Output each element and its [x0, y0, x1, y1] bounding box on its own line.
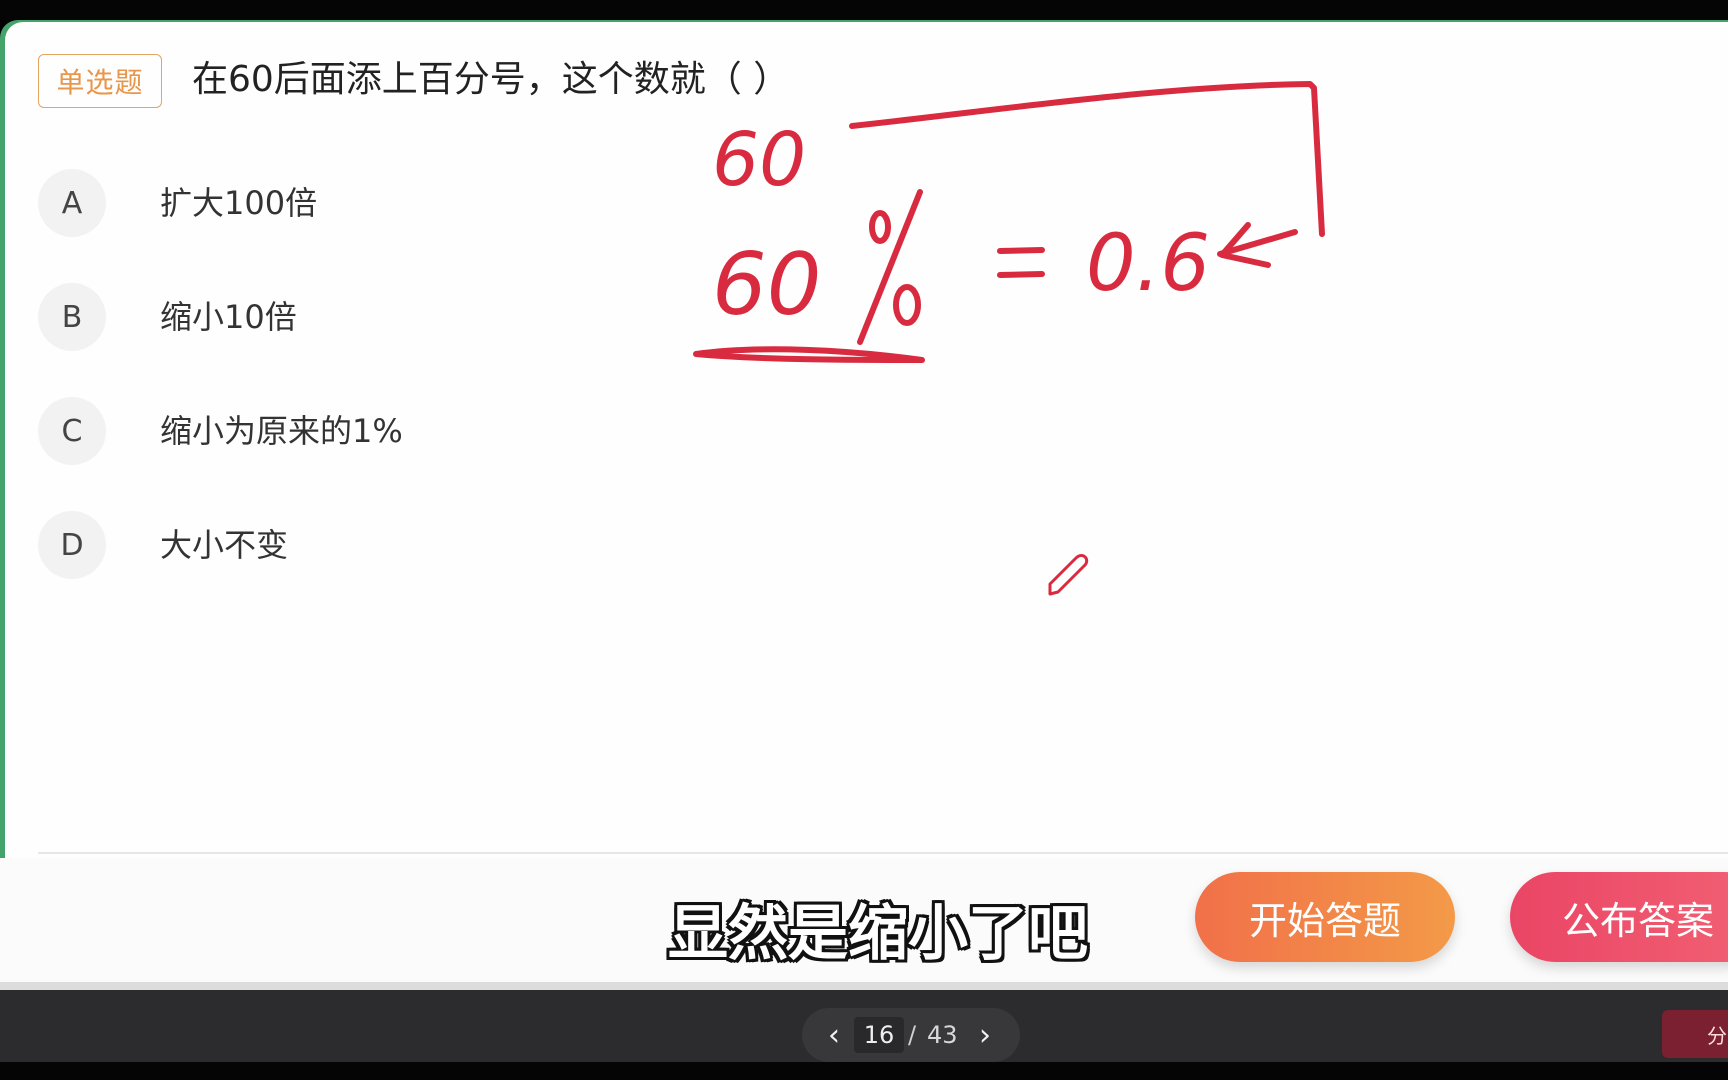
start-answer-button[interactable]: 开始答题 — [1195, 872, 1455, 962]
screen: 单选题 在60后面添上百分号，这个数就（ ） A 扩大100倍 B 缩小10倍 … — [0, 0, 1728, 1080]
publish-answer-button[interactable]: 公布答案 — [1510, 872, 1728, 962]
footer-separator — [0, 982, 1728, 990]
option-text: 缩小10倍 — [160, 298, 297, 336]
option-letter: D — [38, 511, 106, 579]
slide-pager: ‹ 16 / 43 › — [802, 1008, 1020, 1062]
top-black-bar — [0, 0, 1728, 20]
option-b[interactable]: B 缩小10倍 — [38, 283, 538, 351]
option-a[interactable]: A 扩大100倍 — [38, 169, 538, 237]
total-pages: 43 — [927, 1021, 958, 1049]
question-title: 在60后面添上百分号，这个数就（ ） — [192, 59, 790, 100]
option-text: 扩大100倍 — [160, 184, 318, 222]
option-text: 缩小为原来的1% — [160, 412, 403, 450]
previous-page-chevron-icon[interactable]: ‹ — [814, 1008, 854, 1062]
current-page-number[interactable]: 16 — [854, 1017, 904, 1053]
page-separator: / — [908, 1021, 917, 1049]
option-letter: C — [38, 397, 106, 465]
next-page-chevron-icon[interactable]: › — [965, 1008, 1005, 1062]
question-type-badge: 单选题 — [38, 54, 162, 108]
option-d[interactable]: D 大小不变 — [38, 511, 538, 579]
option-c[interactable]: C 缩小为原来的1% — [38, 397, 538, 465]
option-letter: B — [38, 283, 106, 351]
bottom-black-bar — [0, 1062, 1728, 1080]
side-action-button[interactable]: 分 — [1662, 1010, 1728, 1058]
video-subtitle: 显然是缩小了吧 — [668, 899, 1088, 969]
content-divider — [38, 852, 1728, 854]
option-text: 大小不变 — [160, 526, 289, 564]
option-letter: A — [38, 169, 106, 237]
